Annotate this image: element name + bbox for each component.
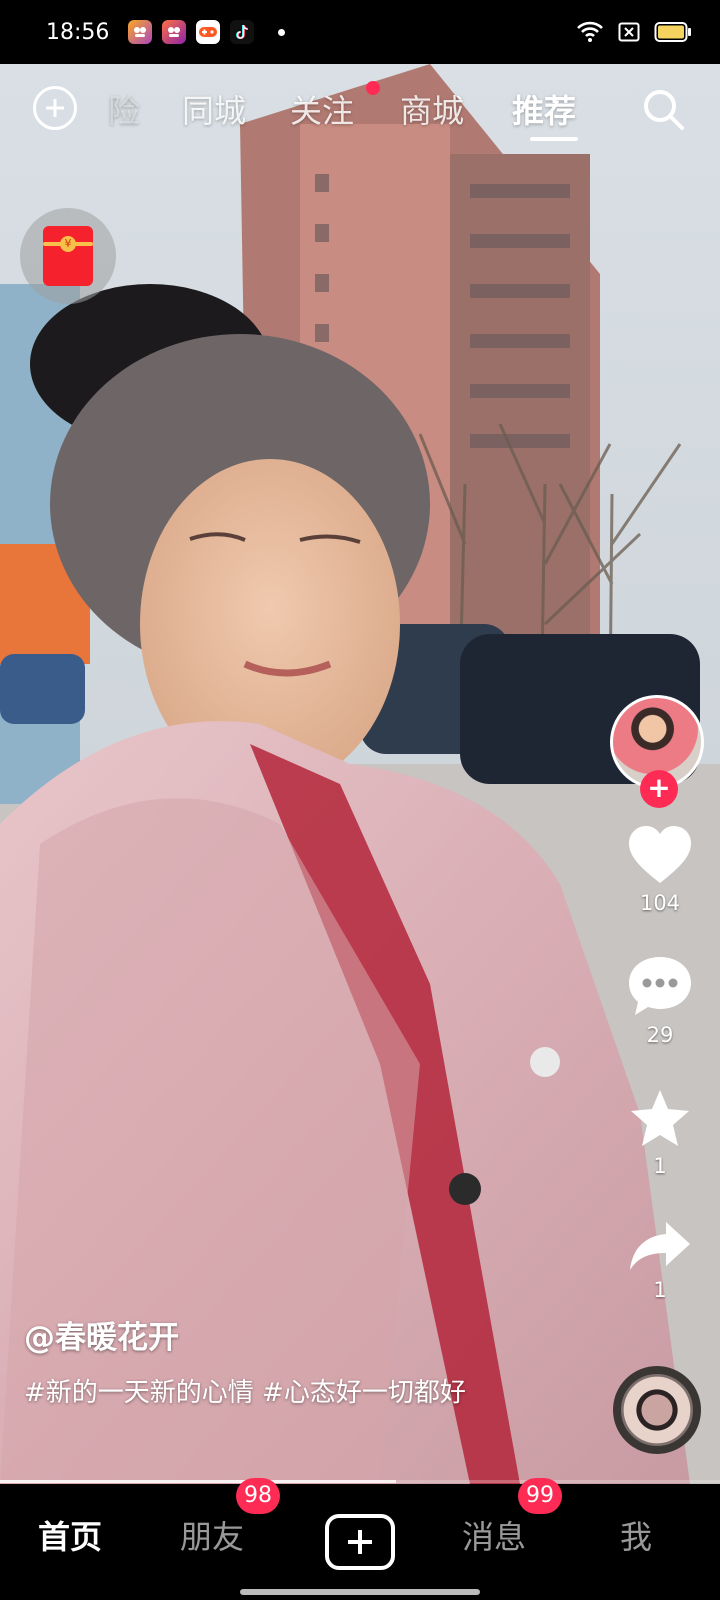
author-name[interactable]: @春暖花开	[24, 1312, 504, 1357]
home-indicator[interactable]	[240, 1589, 480, 1595]
meituan-app-icon	[128, 20, 152, 44]
nav-friends[interactable]: 朋友	[180, 1512, 244, 1558]
music-disc[interactable]	[613, 1366, 701, 1454]
comment-icon	[629, 957, 691, 1015]
comment-button[interactable]: 29	[620, 955, 700, 1047]
wifi-icon	[577, 21, 603, 42]
search-icon	[644, 90, 684, 130]
share-arrow-icon	[630, 1222, 690, 1270]
tab-local[interactable]: 同城	[182, 86, 246, 132]
game-app-icon	[196, 20, 220, 44]
status-bar: 18:56	[0, 0, 720, 64]
star-icon	[631, 1090, 689, 1146]
follow-author-button[interactable]: +	[640, 770, 678, 808]
messages-badge: 99	[518, 1478, 562, 1514]
bottom-nav: 首页 朋友 98 消息 99 我	[0, 1478, 720, 1600]
video-description[interactable]: #新的一天新的心情 #心态好一切都好	[24, 1371, 504, 1415]
tab-recommended[interactable]: 推荐	[512, 86, 576, 132]
share-button[interactable]: 1	[620, 1220, 700, 1302]
like-count: 104	[639, 891, 681, 915]
favorite-count: 1	[653, 1154, 667, 1178]
heart-icon	[629, 826, 691, 883]
create-video-button[interactable]	[325, 1514, 395, 1570]
no-sim-icon	[618, 22, 640, 42]
tab-partial[interactable]: 险	[108, 86, 140, 132]
comment-count: 29	[646, 1023, 674, 1047]
tab-following[interactable]: 关注	[290, 86, 354, 132]
nav-messages[interactable]: 消息	[462, 1512, 526, 1558]
favorite-button[interactable]: 1	[620, 1088, 700, 1178]
plus-icon	[348, 1530, 372, 1554]
status-right	[576, 21, 692, 43]
video-caption: @春暖花开 #新的一天新的心情 #心态好一切都好	[24, 1312, 504, 1415]
tab-mall[interactable]: 商城	[400, 86, 464, 132]
like-button[interactable]: 104	[620, 825, 700, 915]
status-time: 18:56	[46, 19, 110, 45]
nav-me[interactable]: 我	[620, 1512, 652, 1558]
add-content-button[interactable]	[33, 86, 77, 130]
active-tab-indicator	[530, 137, 578, 141]
share-count: 1	[653, 1278, 667, 1302]
red-packet-widget[interactable]	[20, 208, 116, 304]
friends-badge: 98	[236, 1478, 280, 1514]
tiktok-app-icon	[230, 20, 254, 44]
video-progress-bar[interactable]	[0, 1480, 720, 1483]
plus-icon	[46, 99, 64, 117]
more-notifications-dot	[278, 28, 285, 36]
battery-icon	[654, 22, 691, 42]
meituan-app-icon	[162, 20, 186, 44]
search-button[interactable]	[640, 86, 688, 134]
notification-icons	[128, 20, 285, 44]
following-new-dot	[366, 81, 380, 95]
red-envelope-icon	[43, 226, 93, 286]
nav-home[interactable]: 首页	[38, 1512, 102, 1558]
video-progress-fill	[0, 1480, 396, 1483]
